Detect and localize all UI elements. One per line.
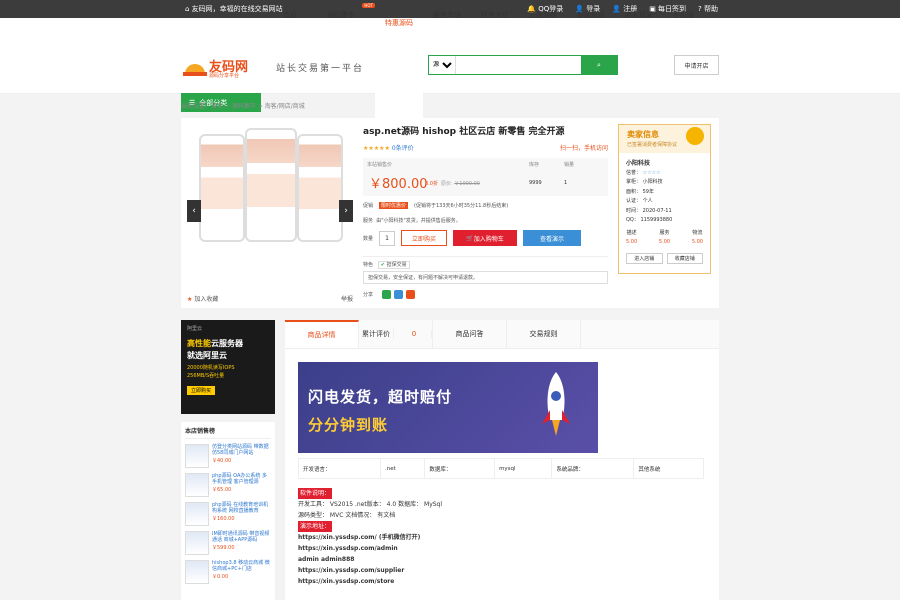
- cart-icon: 🛒: [466, 234, 474, 242]
- product-panel: ‹ › ★ 加入收藏 举报 asp.net源码 hishop 社区云店 新零售 …: [181, 118, 719, 308]
- description: 软件说明： 开发工具： VS2015 .net版本： 4.0 数据库： MySq…: [298, 488, 704, 587]
- thumbnail: [185, 531, 209, 555]
- site-logo[interactable]: 友码网 源码分享平台: [183, 52, 263, 82]
- sun-logo-icon: [183, 64, 207, 76]
- chevron-left-icon: ‹: [192, 206, 196, 216]
- list-item[interactable]: hishop3.8 移动云商城 微信商城+PC+门店 ￥0.00: [185, 560, 271, 584]
- original-price: 原价: ￥1000.00: [441, 181, 480, 187]
- aliyun-ad[interactable]: 阿里云 高性能云服务器 就选阿里云 20000随机读写IOPS 256MB/S吞…: [181, 320, 275, 414]
- sidebar: 阿里云 高性能云服务器 就选阿里云 20000随机读写IOPS 256MB/S吞…: [181, 320, 275, 600]
- service-row: 服务 由"小阳科技"发货，并提供售后服务。: [363, 218, 461, 224]
- product-image: [199, 134, 245, 242]
- seller-card: 卖家信息 已签署消费者保障协议 小阳科技 信誉： ☆☆☆☆ 掌柜： 小阳科技 面积…: [618, 124, 711, 274]
- ad-buy-button[interactable]: 立即购买: [187, 386, 216, 395]
- home-icon: ⌂: [185, 5, 192, 13]
- weibo-icon[interactable]: [406, 290, 416, 299]
- list-item[interactable]: php源码 OA办公系统 多手机管理 客户管理源 ￥65.00: [185, 473, 271, 497]
- welcome-text: ⌂ 友码网，幸福的在线交易网站: [185, 5, 283, 13]
- quantity-stepper[interactable]: 1: [379, 230, 396, 246]
- discount: 8.0折: [425, 181, 438, 187]
- prev-image-button[interactable]: ‹: [187, 200, 201, 222]
- chevron-right-icon: ›: [344, 206, 348, 216]
- report-link[interactable]: 举报: [341, 294, 353, 303]
- rocket-icon: [542, 372, 570, 436]
- medal-icon: [686, 127, 704, 145]
- list-item[interactable]: IM即时通讯源码 带音视频通话 商城+APP源码 ￥599.00: [185, 531, 271, 555]
- buy-now-button[interactable]: 立即购买: [401, 230, 448, 246]
- thumbnail: [185, 444, 209, 468]
- review-count-link[interactable]: 0条评价: [392, 145, 414, 152]
- tab-qa[interactable]: 商品问答: [433, 320, 507, 348]
- promo-row: 促销 限时优惠价 (促销将于133天6小时35分11.8秒后结束): [363, 202, 509, 209]
- detail-panel: 商品详情 累计评价 0 商品问答 交易规则 闪电发货，超时赔付 分分钟到账 开发语…: [285, 320, 719, 600]
- qq-icon[interactable]: [394, 290, 404, 299]
- demo-link[interactable]: https://xin.yssdsp.com/supplier: [298, 565, 704, 576]
- detail-tabs: 商品详情 累计评价 0 商品问答 交易规则: [285, 320, 719, 349]
- wechat-icon[interactable]: [382, 290, 392, 299]
- demo-link[interactable]: https://xin.yssdsp.com/admin: [298, 543, 704, 554]
- thumbnail: [185, 502, 209, 526]
- product-gallery: ‹ ›: [187, 124, 353, 242]
- promo-badge: 限时优惠价: [379, 202, 409, 209]
- promo-banner: 闪电发货，超时赔付 分分钟到账: [298, 362, 598, 453]
- spec-table: 开发语言： .net 数据库： mysql 系统品牌： 其他系统: [298, 458, 704, 479]
- thumbnail: [185, 560, 209, 584]
- guarantee-badge: ✔ 担保交易: [377, 261, 410, 269]
- product-image: [245, 128, 297, 242]
- favorite-bar: ★ 加入收藏 举报: [187, 294, 353, 303]
- mobile-scan-link[interactable]: 扫一扫，手机访问: [560, 143, 608, 152]
- product-info: asp.net源码 hishop 社区云店 新零售 完全开源 ★★★★★ 0条评…: [363, 124, 608, 299]
- sold-value: 1: [564, 180, 568, 186]
- next-image-button[interactable]: ›: [339, 200, 353, 222]
- add-to-cart-button[interactable]: 🛒 加入购物车: [453, 230, 518, 246]
- thumbnail: [185, 473, 209, 497]
- check-icon: ✔: [380, 262, 385, 268]
- add-favorite-link[interactable]: ★ 加入收藏: [187, 294, 218, 303]
- price: ￥800.00: [369, 177, 428, 192]
- demo-link[interactable]: https://xin.yssdsp.com/ (手机微信打开): [298, 532, 704, 543]
- price-box: 本站销售价 ￥800.00 8.0折 原价: ￥1000.00 库存 9999 …: [363, 158, 608, 196]
- enter-shop-button[interactable]: 进入店铺: [626, 252, 663, 264]
- header: 友码网 源码分享平台 站长交易第一平台 源码 ⌕ 申请开店 ☰ 全部分类 首页 源…: [0, 2, 900, 196]
- tab-rules[interactable]: 交易规则: [507, 320, 581, 348]
- list-item[interactable]: 仿登分类网站源码 带数据 仿58同城门户网站 ￥40.00: [185, 444, 271, 468]
- demo-link[interactable]: https://xin.yssdsp.com/store: [298, 576, 704, 587]
- hot-sales-list: 本店销售榜 仿登分类网站源码 带数据 仿58同城门户网站 ￥40.00 php源码…: [181, 422, 275, 600]
- guarantee-tip: 担保交易，安全保证，有问题不解决可申请退款。: [363, 271, 608, 284]
- tab-reviews[interactable]: 累计评价 0: [359, 320, 433, 348]
- view-demo-button[interactable]: 查看演示: [523, 230, 582, 246]
- stock-value: 9999: [529, 180, 542, 186]
- seller-ratings: 描述 5.00 服务 5.00 物流 5.00: [626, 229, 703, 246]
- list-item[interactable]: php源码 在线教育培训机构系统 网校直播教育 ￥160.00: [185, 502, 271, 526]
- breadcrumb: 当前位置：首页 > 源码集市 > 淘客/网店/商城: [181, 103, 305, 110]
- rating-row: ★★★★★ 0条评价 扫一扫，手机访问: [363, 143, 608, 152]
- star-icon: ★: [187, 296, 193, 303]
- seller-name[interactable]: 小阳科技: [626, 159, 703, 169]
- product-title: asp.net源码 hishop 社区云店 新零售 完全开源: [363, 127, 565, 137]
- product-image: [297, 134, 343, 242]
- tab-details[interactable]: 商品详情: [285, 320, 359, 348]
- share-row: 分享: [363, 290, 608, 299]
- feature-row: 特色 ✔ 担保交易 担保交易，安全保证，有问题不解决可申请退款。: [363, 256, 608, 284]
- hot-badge: HOT: [362, 2, 375, 8]
- favorite-shop-button[interactable]: 收藏店铺: [666, 252, 703, 264]
- buy-row: 数量 1 立即购买 🛒 加入购物车 查看演示: [363, 230, 608, 246]
